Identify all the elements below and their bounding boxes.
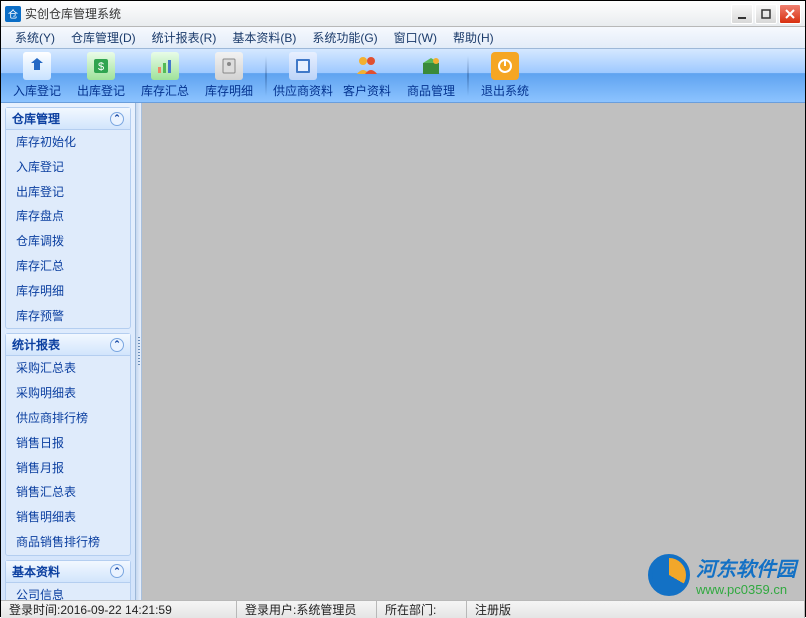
sidebar-item[interactable]: 供应商排行榜 [6,406,130,431]
sidebar-head-warehouse[interactable]: 仓库管理⌃ [6,108,130,130]
people-icon [353,52,381,80]
app-icon: 仓 [5,6,21,22]
sidebar-item[interactable]: 仓库调拨 [6,229,130,254]
status-user: 登录用户:系统管理员 [237,601,377,618]
sidebar-item[interactable]: 库存预警 [6,304,130,329]
sidebar-item[interactable]: 销售汇总表 [6,480,130,505]
status-edition: 注册版 [467,601,805,618]
sidebar-item[interactable]: 库存明细 [6,279,130,304]
menu-report[interactable]: 统计报表(R) [144,27,225,48]
mdi-area [142,103,805,600]
menu-system[interactable]: 系统(Y) [7,27,63,48]
menu-sysfunc[interactable]: 系统功能(G) [304,27,385,48]
sidebar-item[interactable]: 商品销售排行榜 [6,530,130,555]
sidebar-group-warehouse: 仓库管理⌃ 库存初始化 入库登记 出库登记 库存盘点 仓库调拨 库存汇总 库存明… [5,107,131,329]
toolbar-outbound-button[interactable]: $ 出库登记 [69,51,133,101]
outbound-icon: $ [87,52,115,80]
statusbar: 登录时间:2016-09-22 14:21:59 登录用户:系统管理员 所在部门… [1,600,805,618]
menu-help[interactable]: 帮助(H) [445,27,502,48]
sidebar-head-basedata[interactable]: 基本资料⌃ [6,561,130,583]
chevron-up-icon: ⌃ [110,112,124,126]
status-login-time: 登录时间:2016-09-22 14:21:59 [1,601,237,618]
sidebar-item[interactable]: 采购汇总表 [6,356,130,381]
toolbar: 入库登记 $ 出库登记 库存汇总 库存明细 供应商资料 客户资料 商品管理 退出… [1,49,805,103]
sidebar-item[interactable]: 入库登记 [6,155,130,180]
menu-warehouse[interactable]: 仓库管理(D) [63,27,144,48]
window-title: 实创仓库管理系统 [25,5,731,22]
toolbar-exit-button[interactable]: 退出系统 [473,51,537,101]
sidebar-group-report: 统计报表⌃ 采购汇总表 采购明细表 供应商排行榜 销售日报 销售月报 销售汇总表… [5,333,131,555]
sidebar-group-basedata: 基本资料⌃ 公司信息 部门信息 员工信息 [5,560,131,600]
detail-icon [215,52,243,80]
svg-text:$: $ [98,61,104,73]
maximize-button[interactable] [755,4,777,24]
inbound-icon [23,52,51,80]
toolbar-supplier-button[interactable]: 供应商资料 [271,51,335,101]
sidebar-item[interactable]: 库存盘点 [6,204,130,229]
sidebar-item[interactable]: 销售月报 [6,456,130,481]
toolbar-customer-button[interactable]: 客户资料 [335,51,399,101]
menu-window[interactable]: 窗口(W) [386,27,445,48]
book-icon [289,52,317,80]
sidebar-item[interactable]: 库存汇总 [6,254,130,279]
close-button[interactable] [779,4,801,24]
toolbar-stockdetail-button[interactable]: 库存明细 [197,51,261,101]
sidebar-item[interactable]: 出库登记 [6,180,130,205]
sidebar-item[interactable]: 库存初始化 [6,130,130,155]
chart-icon [151,52,179,80]
sidebar: 仓库管理⌃ 库存初始化 入库登记 出库登记 库存盘点 仓库调拨 库存汇总 库存明… [1,103,136,600]
titlebar: 仓 实创仓库管理系统 [1,1,805,27]
sidebar-item[interactable]: 销售明细表 [6,505,130,530]
status-dept: 所在部门: [377,601,467,618]
sidebar-item[interactable]: 采购明细表 [6,381,130,406]
chevron-up-icon: ⌃ [110,564,124,578]
toolbar-inbound-button[interactable]: 入库登记 [5,51,69,101]
minimize-button[interactable] [731,4,753,24]
chevron-up-icon: ⌃ [110,338,124,352]
sidebar-head-report[interactable]: 统计报表⌃ [6,334,130,356]
toolbar-separator [467,56,469,96]
toolbar-separator [265,56,267,96]
sidebar-item[interactable]: 公司信息 [6,583,130,600]
menu-basedata[interactable]: 基本资料(B) [224,27,304,48]
menubar: 系统(Y) 仓库管理(D) 统计报表(R) 基本资料(B) 系统功能(G) 窗口… [1,27,805,49]
toolbar-stocksum-button[interactable]: 库存汇总 [133,51,197,101]
product-icon [417,52,445,80]
exit-icon [491,52,519,80]
sidebar-item[interactable]: 销售日报 [6,431,130,456]
toolbar-product-button[interactable]: 商品管理 [399,51,463,101]
